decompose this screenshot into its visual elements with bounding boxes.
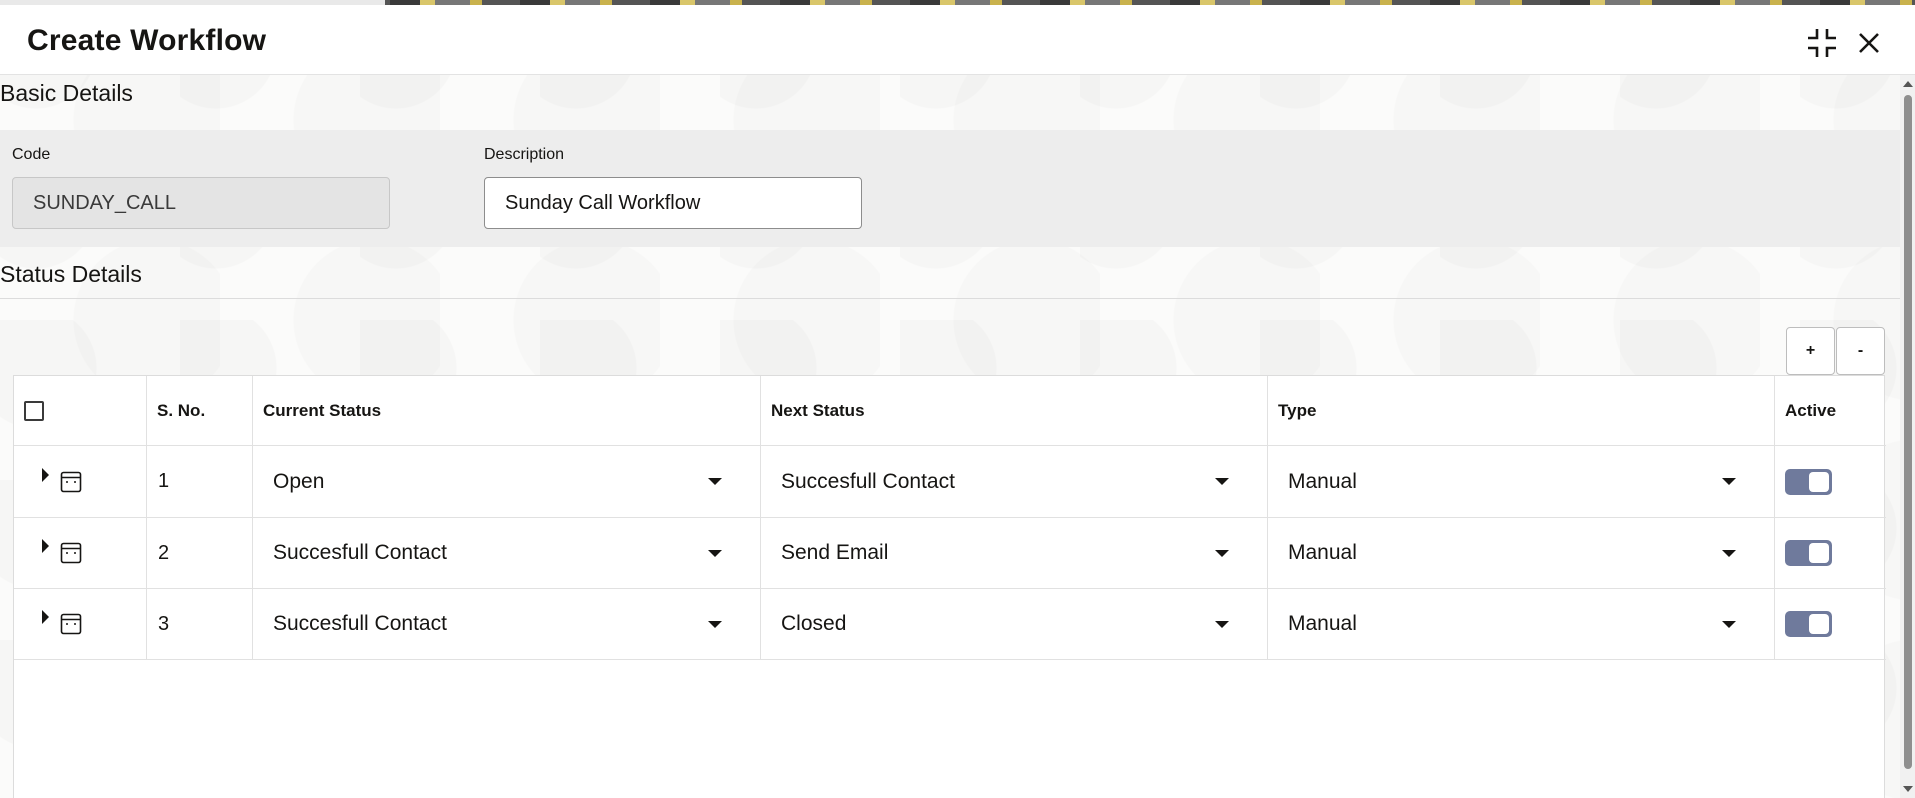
status-table: S. No. Current Status Next Status Type A… bbox=[13, 375, 1886, 798]
code-value: SUNDAY_CALL bbox=[33, 191, 177, 214]
caret-down-icon bbox=[1722, 549, 1736, 557]
next-status-value: Send Email bbox=[781, 541, 889, 564]
basic-details-heading: Basic Details bbox=[0, 80, 133, 106]
record-icon[interactable] bbox=[60, 542, 82, 564]
next-status-select[interactable]: Succesfull Contact bbox=[761, 446, 1268, 517]
table-header-row: S. No. Current Status Next Status Type A… bbox=[14, 376, 1886, 446]
active-toggle[interactable] bbox=[1785, 468, 1832, 495]
header-next-status: Next Status bbox=[761, 376, 1268, 445]
next-status-value: Closed bbox=[781, 612, 847, 635]
add-row-button[interactable]: + bbox=[1786, 327, 1835, 375]
code-label: Code bbox=[12, 146, 51, 163]
active-cell bbox=[1775, 589, 1886, 659]
sno-cell: 2 bbox=[147, 518, 253, 588]
row-controls bbox=[14, 446, 147, 517]
sno-value: 1 bbox=[158, 470, 170, 492]
type-value: Manual bbox=[1288, 541, 1357, 564]
caret-down-icon bbox=[708, 549, 722, 557]
next-status-value: Succesfull Contact bbox=[781, 469, 955, 493]
header-current-status: Current Status bbox=[253, 376, 761, 445]
triangle-right-icon[interactable] bbox=[42, 539, 49, 553]
table-row: 1 Open Succesfull Contact Manual bbox=[14, 446, 1886, 518]
caret-down-icon bbox=[1722, 478, 1736, 485]
current-status-value: Succesfull Contact bbox=[273, 541, 447, 564]
header-type-label: Type bbox=[1278, 400, 1317, 420]
active-toggle[interactable] bbox=[1785, 611, 1832, 637]
type-select[interactable]: Manual bbox=[1268, 518, 1775, 588]
description-field[interactable]: Sunday Call Workflow bbox=[484, 177, 862, 229]
type-select[interactable]: Manual bbox=[1268, 589, 1775, 659]
select-all-cell bbox=[14, 376, 147, 445]
sno-cell: 1 bbox=[147, 446, 253, 517]
row-controls bbox=[14, 589, 147, 659]
close-button[interactable] bbox=[1851, 25, 1887, 61]
caret-down-icon bbox=[708, 478, 722, 485]
sno-cell: 3 bbox=[147, 589, 253, 659]
triangle-right-icon[interactable] bbox=[42, 467, 49, 482]
minimize-button[interactable] bbox=[1804, 25, 1840, 61]
active-toggle[interactable] bbox=[1785, 540, 1832, 566]
scroll-down-icon[interactable] bbox=[1903, 786, 1913, 792]
table-row: 3 Succesfull Contact Closed Manual bbox=[14, 589, 1886, 660]
description-value: Sunday Call Workflow bbox=[505, 191, 701, 214]
section-divider bbox=[0, 298, 1900, 299]
vertical-scrollbar[interactable] bbox=[1900, 75, 1915, 798]
caret-down-icon bbox=[1215, 549, 1229, 557]
header-next-status-label: Next Status bbox=[771, 400, 865, 420]
record-icon[interactable] bbox=[60, 471, 82, 493]
sno-value: 2 bbox=[158, 541, 170, 564]
sno-value: 3 bbox=[158, 612, 170, 635]
table-row: 2 Succesfull Contact Send Email Manual bbox=[14, 518, 1886, 589]
header-sno-label: S. No. bbox=[157, 400, 206, 420]
current-status-value: Succesfull Contact bbox=[273, 612, 447, 635]
type-value: Manual bbox=[1288, 612, 1357, 635]
record-icon[interactable] bbox=[60, 613, 82, 635]
next-status-select[interactable]: Closed bbox=[761, 589, 1268, 659]
row-controls bbox=[14, 518, 147, 588]
header-active-label: Active bbox=[1785, 400, 1837, 420]
caret-down-icon bbox=[1215, 620, 1229, 628]
description-label: Description bbox=[484, 146, 565, 163]
dialog-header: Create Workflow bbox=[0, 5, 1915, 75]
header-sno: S. No. bbox=[147, 376, 253, 445]
current-status-select[interactable]: Open bbox=[253, 446, 761, 517]
header-active: Active bbox=[1775, 376, 1886, 445]
dialog-title: Create Workflow bbox=[27, 24, 267, 57]
caret-down-icon bbox=[1722, 620, 1736, 628]
active-cell bbox=[1775, 518, 1886, 588]
toggle-knob bbox=[1809, 614, 1829, 634]
code-field[interactable]: SUNDAY_CALL bbox=[12, 177, 390, 229]
current-status-value: Open bbox=[273, 469, 325, 493]
triangle-right-icon[interactable] bbox=[42, 610, 49, 624]
scroll-thumb[interactable] bbox=[1904, 95, 1912, 769]
scroll-up-icon[interactable] bbox=[1903, 81, 1913, 87]
header-current-status-label: Current Status bbox=[263, 400, 382, 420]
toggle-knob bbox=[1809, 543, 1829, 563]
header-type: Type bbox=[1268, 376, 1775, 445]
workflow-page: Create Workflow Basic Details Code SUNDA… bbox=[0, 0, 1915, 798]
status-details-heading: Status Details bbox=[0, 261, 142, 287]
current-status-select[interactable]: Succesfull Contact bbox=[253, 589, 761, 659]
caret-down-icon bbox=[1215, 478, 1229, 485]
active-cell bbox=[1775, 446, 1886, 517]
type-select[interactable]: Manual bbox=[1268, 446, 1775, 517]
collapse-icon bbox=[1808, 29, 1836, 57]
caret-down-icon bbox=[708, 620, 722, 628]
close-icon bbox=[1859, 33, 1879, 53]
current-status-select[interactable]: Succesfull Contact bbox=[253, 518, 761, 588]
toggle-knob bbox=[1809, 471, 1829, 492]
remove-row-button[interactable]: - bbox=[1836, 327, 1885, 375]
next-status-select[interactable]: Send Email bbox=[761, 518, 1268, 588]
select-all-checkbox[interactable] bbox=[24, 400, 44, 421]
type-value: Manual bbox=[1288, 469, 1357, 493]
